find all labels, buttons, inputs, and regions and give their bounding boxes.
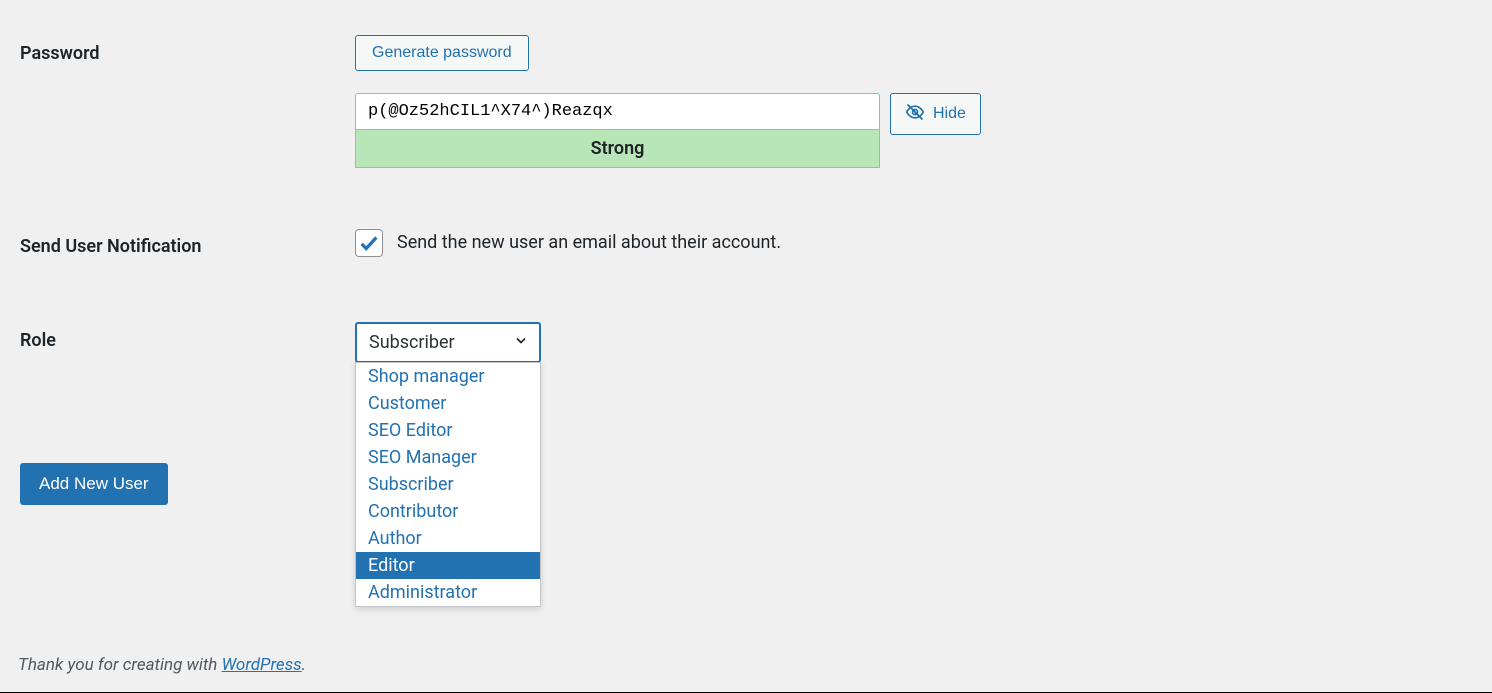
role-label: Role — [20, 322, 355, 351]
password-input[interactable] — [355, 93, 880, 130]
role-option[interactable]: Author — [356, 525, 540, 552]
password-strength-indicator: Strong — [355, 130, 880, 168]
role-option[interactable]: Shop manager — [356, 363, 540, 390]
generate-password-button[interactable]: Generate password — [355, 35, 529, 71]
footer-suffix: . — [302, 655, 306, 675]
role-option[interactable]: Customer — [356, 390, 540, 417]
footer-prefix: Thank you for creating with — [18, 655, 222, 675]
role-option[interactable]: Subscriber — [356, 471, 540, 498]
role-option[interactable]: SEO Manager — [356, 444, 540, 471]
checkmark-icon — [358, 232, 380, 254]
hide-button-label: Hide — [933, 105, 966, 123]
add-new-user-button[interactable]: Add New User — [20, 463, 168, 505]
role-select-value: Subscriber — [369, 332, 455, 353]
wordpress-link[interactable]: WordPress — [222, 655, 302, 675]
role-option[interactable]: SEO Editor — [356, 417, 540, 444]
hide-password-button[interactable]: Hide — [890, 93, 981, 135]
send-notification-checkbox[interactable] — [355, 229, 383, 257]
role-option[interactable]: Editor — [356, 552, 540, 579]
password-label: Password — [20, 35, 355, 64]
eye-slash-icon — [905, 102, 925, 127]
footer-credit: Thank you for creating with WordPress. — [18, 655, 306, 675]
role-select[interactable]: Subscriber — [355, 322, 541, 363]
notification-checkbox-label: Send the new user an email about their a… — [397, 232, 781, 253]
notification-label: Send User Notification — [20, 228, 355, 257]
chevron-down-icon — [513, 332, 529, 353]
role-dropdown: Shop managerCustomerSEO EditorSEO Manage… — [355, 362, 541, 607]
role-option[interactable]: Contributor — [356, 498, 540, 525]
role-option[interactable]: Administrator — [356, 579, 540, 606]
